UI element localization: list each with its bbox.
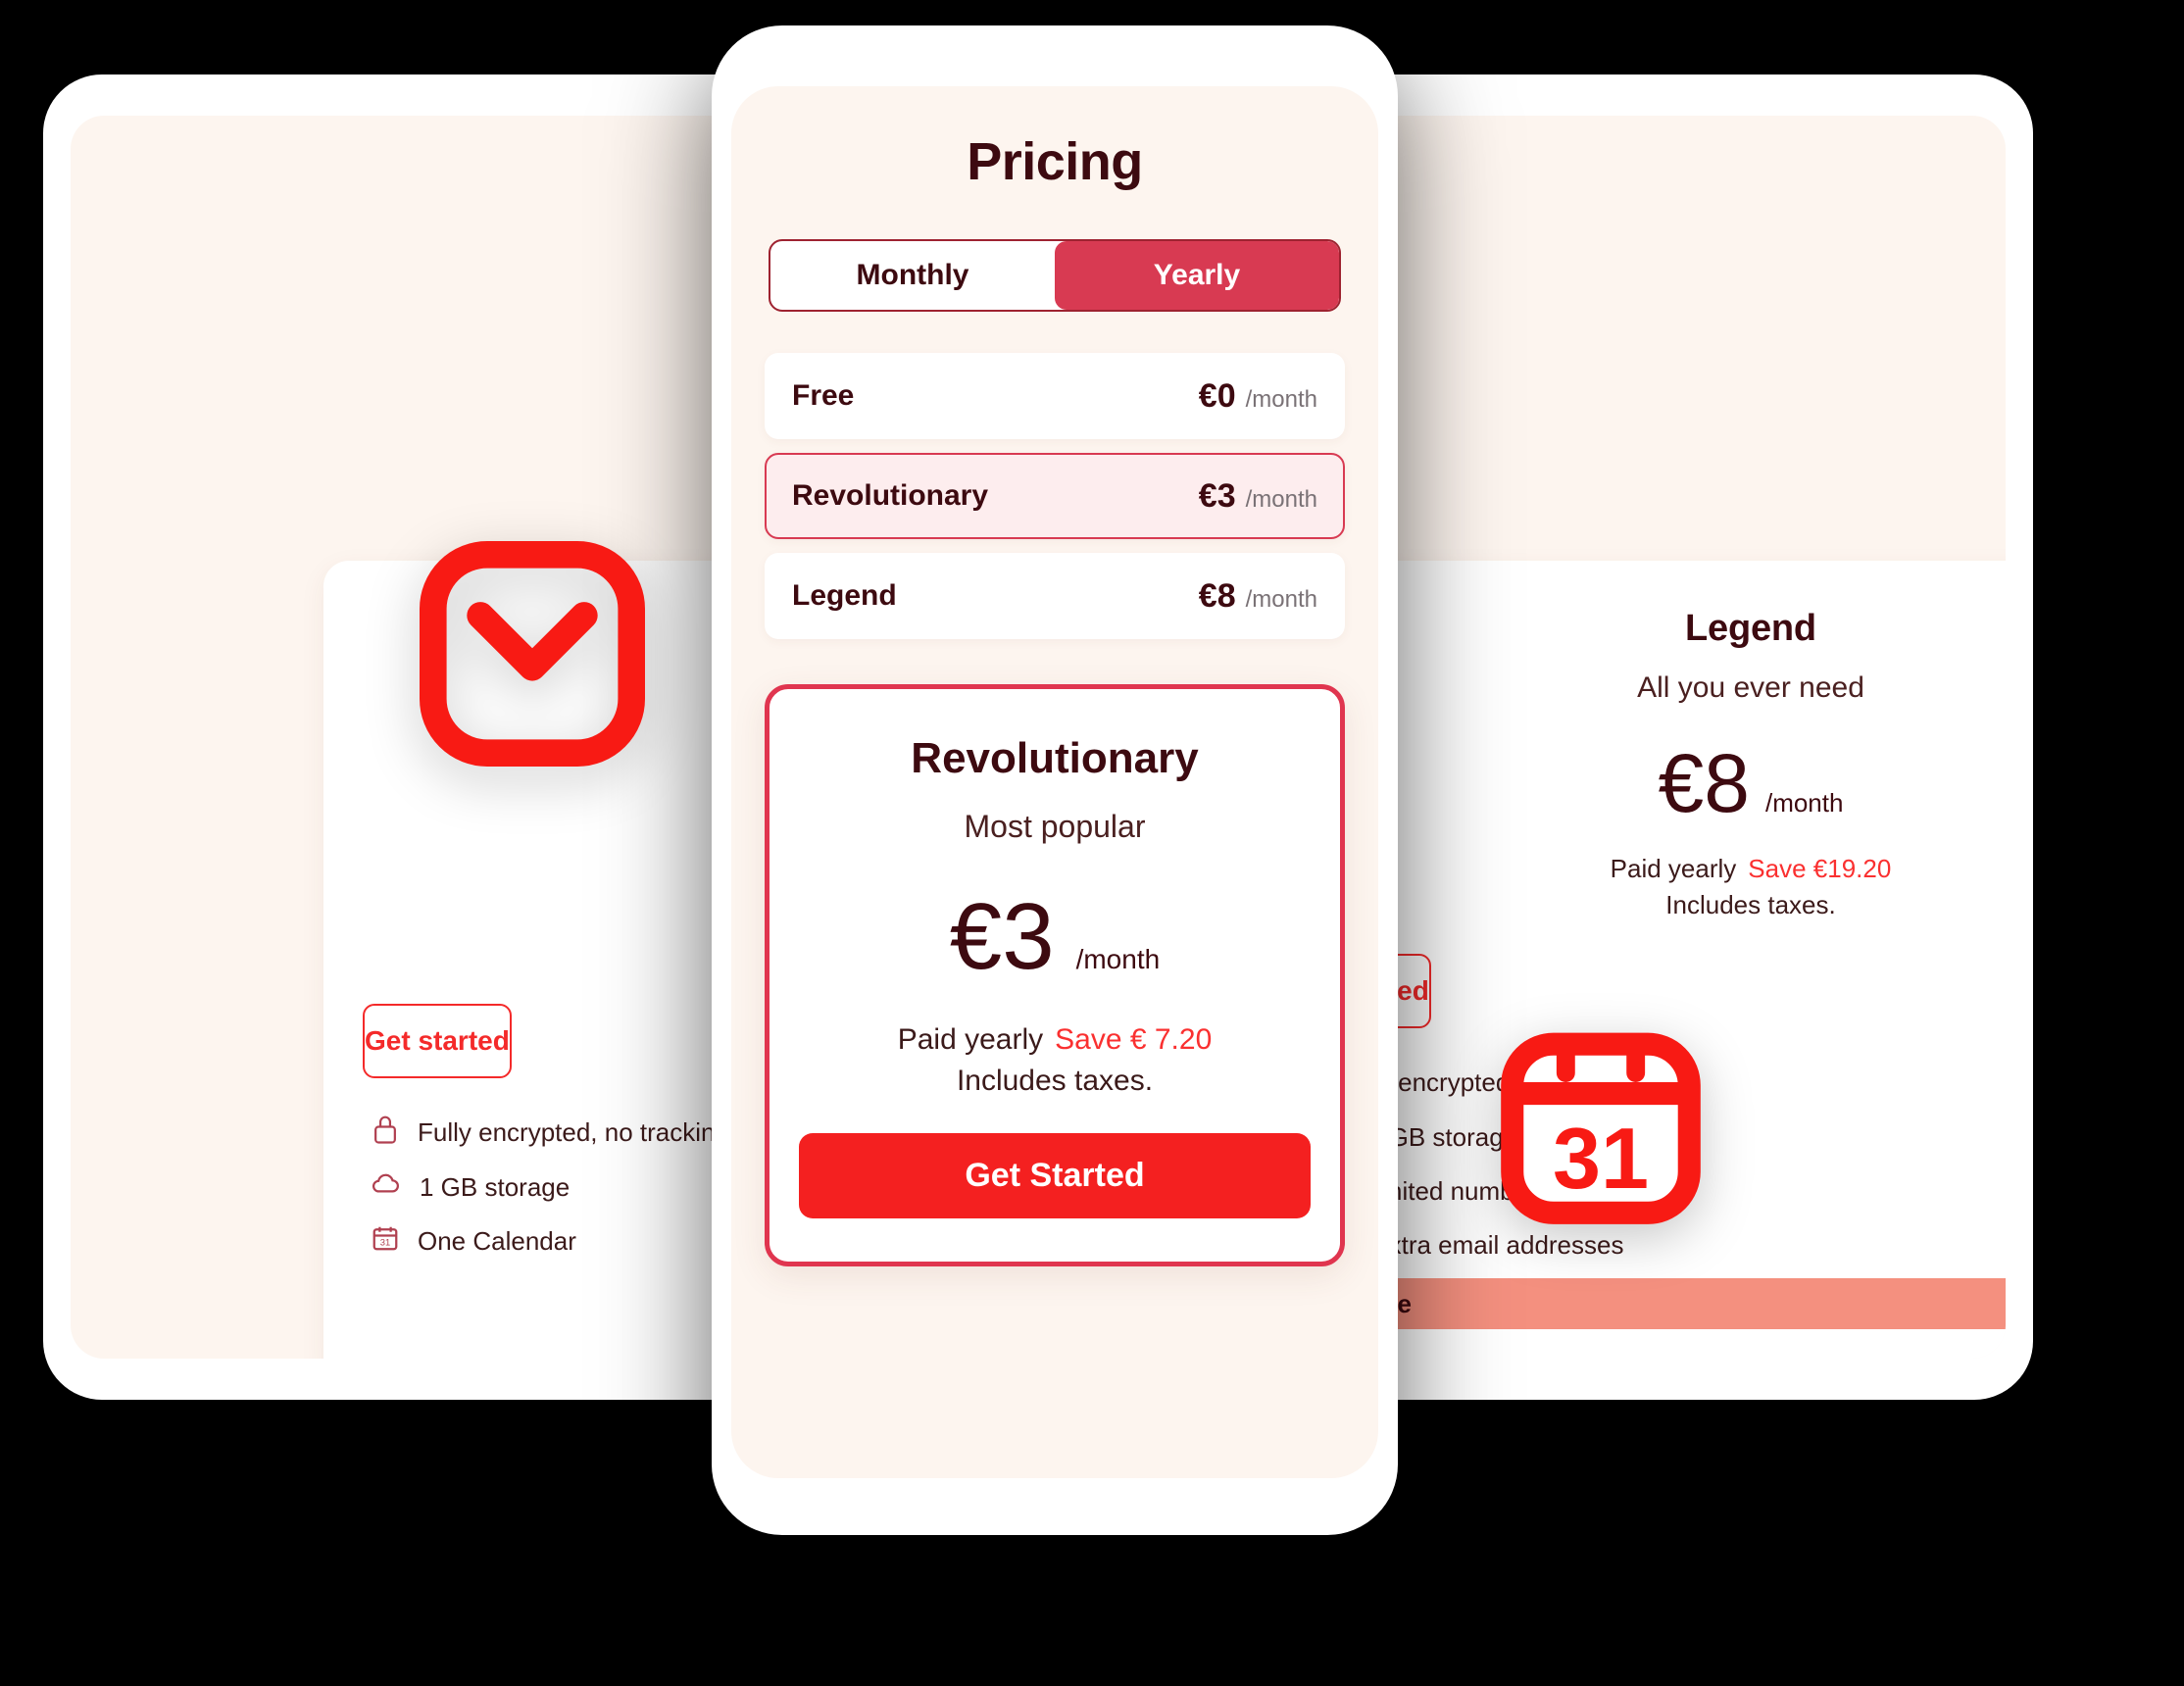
plan-price-wrap: €8 /month <box>1199 577 1317 616</box>
svg-text:31: 31 <box>380 1238 390 1248</box>
plan-price: €8 <box>1198 576 1236 615</box>
save-amount: Save € 7.20 <box>1055 1023 1213 1056</box>
phone-device-frame: Pricing Monthly Yearly Free €0 /month Re… <box>712 25 1398 1535</box>
plan-selector-list: Free €0 /month Revolutionary €3 /month L… <box>765 353 1345 639</box>
plan-row-legend[interactable]: Legend €8 /month <box>765 553 1345 639</box>
plan-name: Revolutionary <box>792 479 989 512</box>
paid-yearly-label: Paid yearly <box>1610 854 1737 883</box>
mail-logo-icon <box>420 541 645 771</box>
billing-period-toggle[interactable]: Monthly Yearly <box>769 239 1341 312</box>
plan-price-wrap: €3 /month <box>1199 477 1317 516</box>
price-period: /month <box>1075 944 1161 974</box>
plan-name: Free <box>792 379 855 412</box>
calendar-icon: 31 <box>371 1223 400 1260</box>
svg-text:31: 31 <box>1553 1110 1649 1207</box>
phone-screen: Pricing Monthly Yearly Free €0 /month Re… <box>731 86 1378 1478</box>
screenshot-stage: Get started Fully encrypted, no tracking <box>0 0 2184 1686</box>
selected-plan-price: €3 /month <box>799 890 1311 984</box>
toggle-option-yearly[interactable]: Yearly <box>1055 241 1339 310</box>
selected-plan-card: Revolutionary Most popular €3 /month Pai… <box>765 684 1345 1266</box>
get-started-button-primary[interactable]: Get Started <box>799 1133 1311 1218</box>
selected-plan-title: Revolutionary <box>911 734 1199 782</box>
plan-name: Legend <box>792 579 897 612</box>
feature-label: Fully encrypted, no tracking <box>418 1117 729 1147</box>
plan-price-wrap: €0 /month <box>1199 377 1317 416</box>
calendar-31-icon: 31 <box>1498 1019 1704 1232</box>
toggle-option-monthly[interactable]: Monthly <box>770 241 1055 310</box>
lock-icon <box>371 1114 400 1152</box>
selected-plan-subtitle: Most popular <box>964 809 1146 844</box>
price-period: /month <box>1764 788 1844 818</box>
feature-label: One Calendar <box>418 1226 576 1256</box>
plan-period: /month <box>1245 385 1317 413</box>
plan-period: /month <box>1245 485 1317 513</box>
cloud-icon <box>371 1171 402 1204</box>
paid-yearly-label: Paid yearly <box>897 1023 1044 1056</box>
price-amount: €3 <box>949 884 1055 989</box>
plan-price: €0 <box>1198 376 1236 415</box>
includes-taxes-label: Includes taxes. <box>956 1065 1154 1097</box>
feature-label: 1 GB storage <box>420 1172 571 1202</box>
save-amount: Save €19.20 <box>1748 854 1892 883</box>
plan-period: /month <box>1245 585 1317 613</box>
page-title: Pricing <box>967 132 1143 191</box>
price-amount: €8 <box>1658 737 1750 829</box>
plan-price: €3 <box>1198 476 1236 515</box>
plan-row-free[interactable]: Free €0 /month <box>765 353 1345 439</box>
get-started-button-free[interactable]: Get started <box>363 1004 512 1078</box>
plan-row-revolutionary[interactable]: Revolutionary €3 /month <box>765 453 1345 539</box>
paid-yearly-line: Paid yearly Save € 7.20 <box>799 1023 1311 1057</box>
